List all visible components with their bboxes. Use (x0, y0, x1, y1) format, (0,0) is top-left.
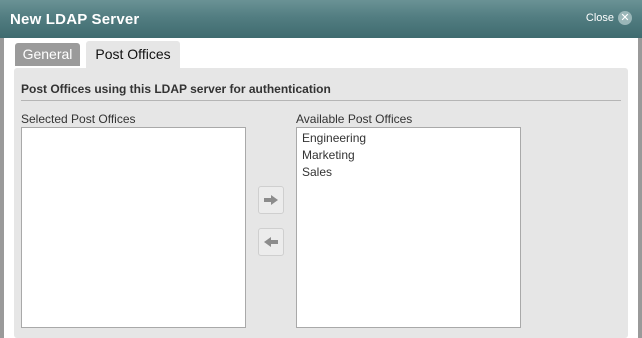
arrow-left-icon (264, 237, 278, 247)
selected-post-offices-label: Selected Post Offices (21, 112, 136, 126)
list-item[interactable]: Engineering (297, 130, 520, 147)
dialog-title: New LDAP Server (10, 11, 140, 28)
ldap-server-dialog: New LDAP Server Close ✕ General Post Off… (0, 0, 642, 338)
selected-post-offices-list[interactable] (21, 127, 246, 328)
section-divider (21, 100, 621, 101)
dialog-right-border (638, 38, 642, 338)
available-post-offices-label: Available Post Offices (296, 112, 413, 126)
tab-post-offices[interactable]: Post Offices (86, 41, 180, 68)
post-offices-panel: Post Offices using this LDAP server for … (14, 68, 628, 338)
list-item[interactable]: Marketing (297, 147, 520, 164)
section-heading: Post Offices using this LDAP server for … (21, 82, 331, 96)
close-label: Close (585, 12, 614, 24)
arrow-right-icon (264, 195, 278, 205)
close-icon: ✕ (618, 11, 632, 25)
close-button[interactable]: Close ✕ (586, 9, 632, 27)
dialog-content: General Post Offices Post Offices using … (4, 38, 638, 338)
add-post-office-button[interactable] (258, 186, 284, 214)
list-item[interactable]: Sales (297, 164, 520, 181)
dialog-titlebar: New LDAP Server Close ✕ (0, 0, 642, 38)
remove-post-office-button[interactable] (258, 228, 284, 256)
available-post-offices-list[interactable]: Engineering Marketing Sales (296, 127, 521, 328)
tab-general[interactable]: General (15, 43, 80, 66)
